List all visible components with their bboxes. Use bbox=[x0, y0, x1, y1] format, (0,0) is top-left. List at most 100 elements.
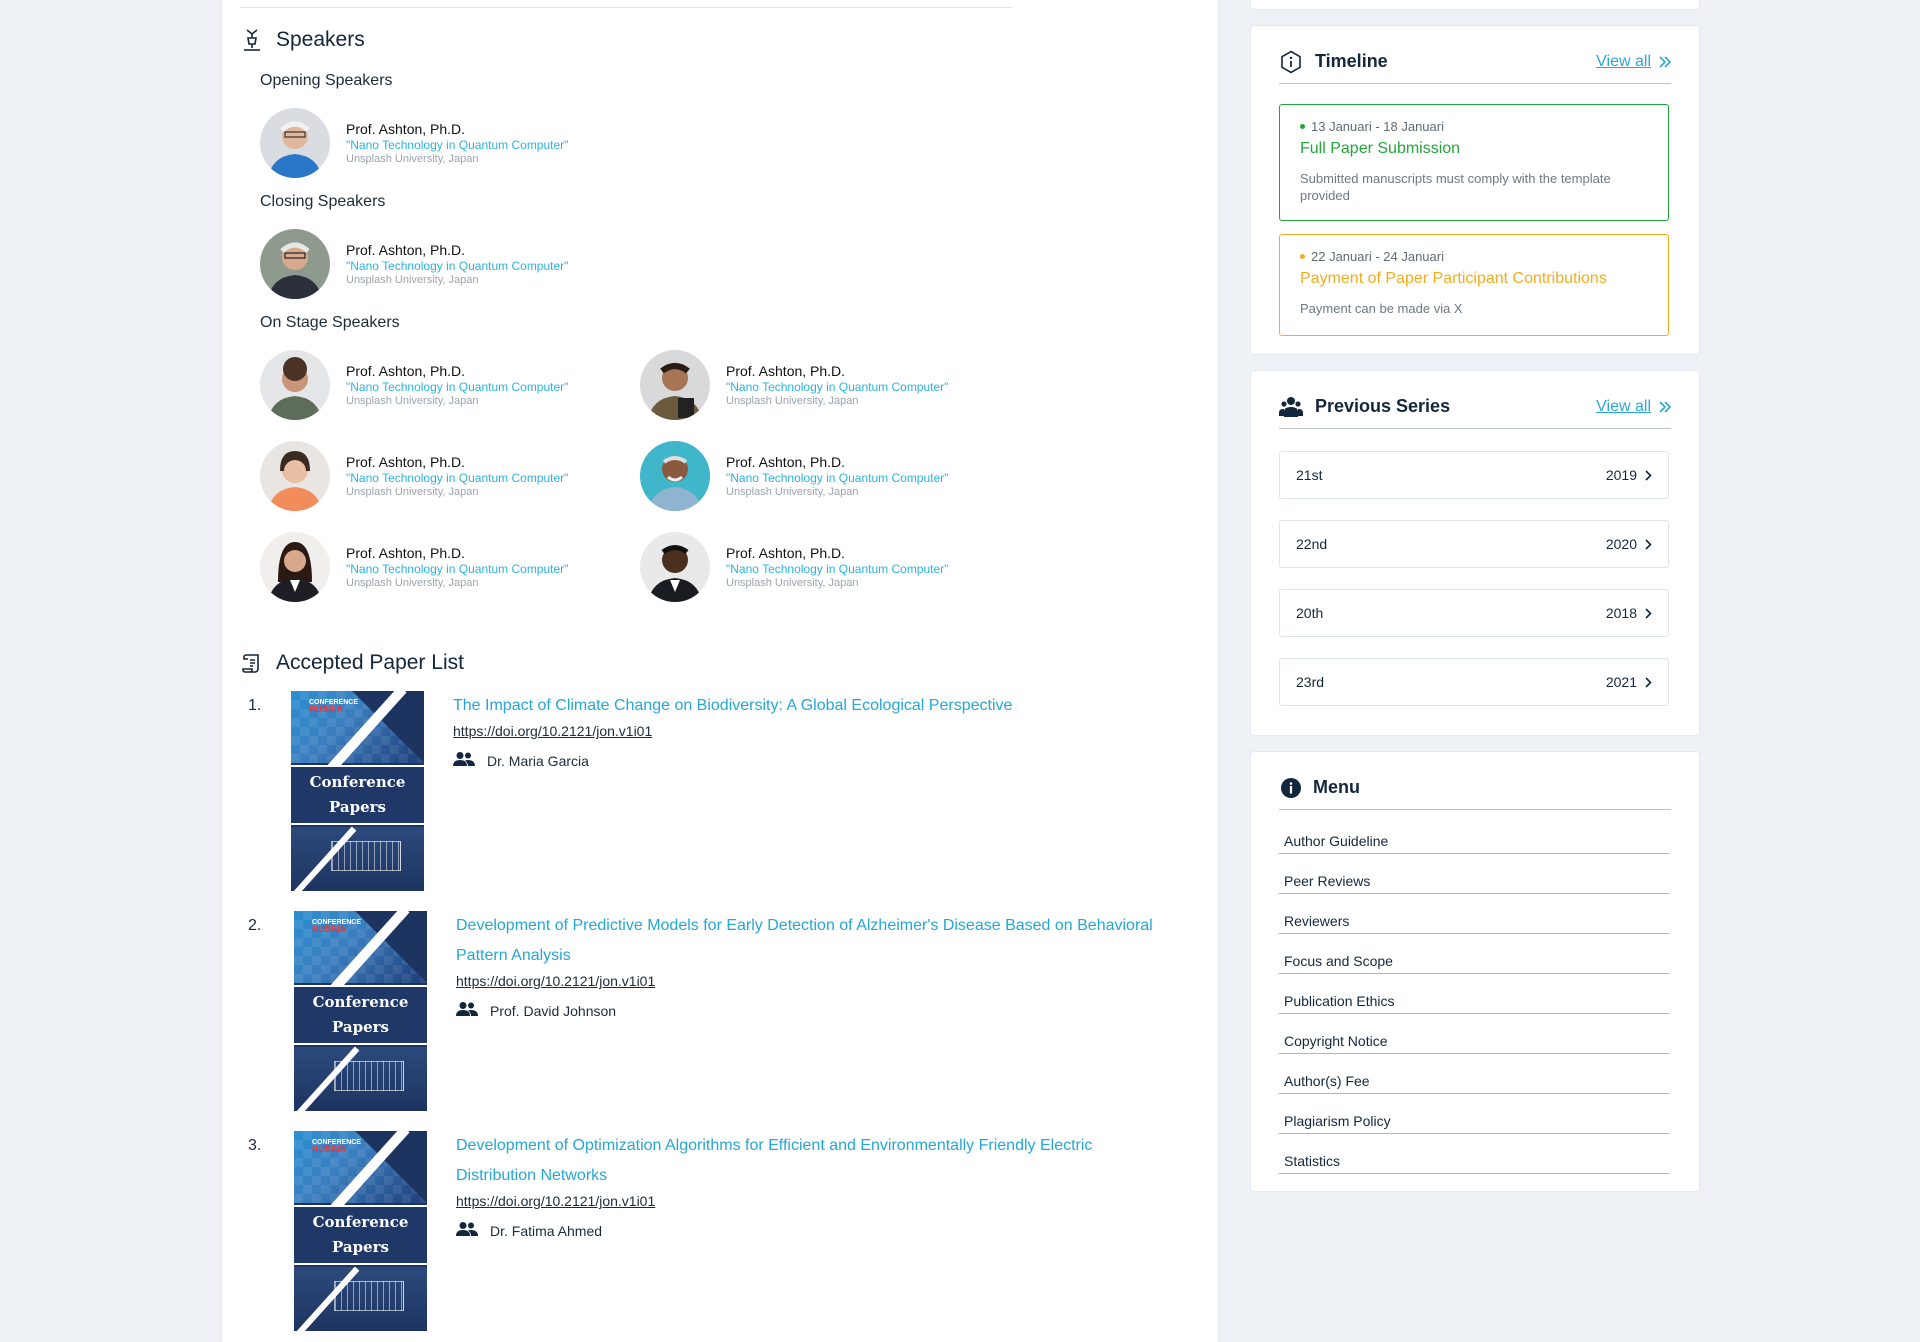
series-item[interactable]: 23rd 2021 bbox=[1279, 658, 1669, 706]
speaker-affiliation: Unsplash University, Japan bbox=[726, 576, 859, 589]
menu-item-publication-ethics[interactable]: Publication Ethics bbox=[1279, 974, 1669, 1014]
paper-title-link[interactable]: The Impact of Climate Change on Biodiver… bbox=[453, 691, 1173, 721]
speaker-affiliation: Unsplash University, Japan bbox=[346, 576, 479, 589]
paper-number: 1. bbox=[248, 697, 262, 714]
series-item[interactable]: 21st 2019 bbox=[1279, 451, 1669, 499]
info-hexagon-icon bbox=[1279, 50, 1303, 74]
series-year: 2021 bbox=[1605, 674, 1637, 690]
author-name: Dr. Fatima Ahmed bbox=[490, 1222, 603, 1239]
speaker-name: Prof. Ashton, Ph.D. bbox=[346, 362, 466, 379]
cover-logo: CONFERENCE RUSSIA bbox=[312, 919, 362, 934]
author-name: Dr. Maria Garcia bbox=[487, 752, 589, 769]
speaker-affiliation: Unsplash University, Japan bbox=[726, 485, 859, 498]
menu-item-authors-fee[interactable]: Author(s) Fee bbox=[1279, 1054, 1669, 1094]
scroll-icon bbox=[240, 651, 264, 675]
on-stage-speakers-label: On Stage Speakers bbox=[260, 314, 400, 331]
people-icon bbox=[456, 1001, 478, 1020]
speaker-card[interactable]: Prof. Ashton, Ph.D. "Nano Technology in … bbox=[260, 229, 568, 299]
menu-item-author-guideline[interactable]: Author Guideline bbox=[1279, 814, 1669, 854]
speaker-card[interactable]: Prof. Ashton, Ph.D. "Nano Technology in … bbox=[260, 532, 568, 602]
speaker-name: Prof. Ashton, Ph.D. bbox=[726, 544, 846, 561]
section-title: Speakers bbox=[276, 28, 365, 51]
menu-item-statistics[interactable]: Statistics bbox=[1279, 1134, 1669, 1174]
speaker-affiliation: Unsplash University, Japan bbox=[346, 152, 479, 165]
chevron-right-icon bbox=[1645, 676, 1652, 688]
timeline-view-all-link[interactable]: View all bbox=[1596, 53, 1671, 71]
paper-cover[interactable]: CONFERENCE RUSSIA Conference Papers bbox=[291, 691, 424, 891]
cover-logo: CONFERENCE RUSSIA bbox=[309, 699, 359, 714]
cover-title: Conference Papers bbox=[309, 773, 406, 816]
speaker-card[interactable]: Prof. Ashton, Ph.D. "Nano Technology in … bbox=[640, 532, 948, 602]
paper-number: 2. bbox=[248, 917, 262, 934]
timeline-card: Timeline View all 13 Januari - 18 Januar… bbox=[1250, 25, 1700, 355]
menu-item-plagiarism-policy[interactable]: Plagiarism Policy bbox=[1279, 1094, 1669, 1134]
speaker-topic: "Nano Technology in Quantum Computer" bbox=[346, 470, 569, 485]
speaker-topic: "Nano Technology in Quantum Computer" bbox=[726, 561, 949, 576]
cover-logo: CONFERENCE RUSSIA bbox=[312, 1139, 362, 1154]
menu-item-focus-and-scope[interactable]: Focus and Scope bbox=[1279, 934, 1669, 974]
paper-doi-link[interactable]: https://doi.org/10.2121/jon.v1i01 bbox=[456, 971, 1176, 991]
timeline-header: Timeline View all bbox=[1279, 48, 1671, 84]
avatar bbox=[640, 532, 710, 602]
speaker-name: Prof. Ashton, Ph.D. bbox=[726, 362, 846, 379]
status-dot bbox=[1300, 254, 1305, 259]
speaker-name: Prof. Ashton, Ph.D. bbox=[726, 453, 846, 470]
divider bbox=[240, 7, 1012, 8]
avatar bbox=[640, 350, 710, 420]
speaker-affiliation: Unsplash University, Japan bbox=[346, 394, 479, 407]
chevron-right-icon bbox=[1645, 538, 1652, 550]
avatar bbox=[260, 350, 330, 420]
series-item[interactable]: 20th 2018 bbox=[1279, 589, 1669, 637]
speaker-card[interactable]: Prof. Ashton, Ph.D. "Nano Technology in … bbox=[260, 441, 568, 511]
avatar bbox=[640, 441, 710, 511]
timeline-date: 22 Januari - 24 Januari bbox=[1300, 249, 1648, 264]
speaker-affiliation: Unsplash University, Japan bbox=[726, 394, 859, 407]
double-chevron-right-icon bbox=[1659, 400, 1671, 413]
speaker-card[interactable]: Prof. Ashton, Ph.D. "Nano Technology in … bbox=[640, 441, 948, 511]
cover-title: Conference Papers bbox=[312, 1213, 409, 1256]
menu-item-copyright-notice[interactable]: Copyright Notice bbox=[1279, 1014, 1669, 1054]
double-chevron-right-icon bbox=[1659, 55, 1671, 68]
speaker-card[interactable]: Prof. Ashton, Ph.D. "Nano Technology in … bbox=[260, 108, 568, 178]
speaker-topic: "Nano Technology in Quantum Computer" bbox=[346, 379, 569, 394]
menu-item-reviewers[interactable]: Reviewers bbox=[1279, 894, 1669, 934]
paper-doi-link[interactable]: https://doi.org/10.2121/jon.v1i01 bbox=[453, 721, 1173, 741]
previous-series-card: Previous Series View all 21st 2019 22nd … bbox=[1250, 370, 1700, 736]
chevron-right-icon bbox=[1645, 607, 1652, 619]
series-item[interactable]: 22nd 2020 bbox=[1279, 520, 1669, 568]
info-circle-icon bbox=[1279, 776, 1303, 800]
card-title: Menu bbox=[1313, 777, 1360, 797]
paper-cover[interactable]: CONFERENCE RUSSIA Conference Papers bbox=[294, 1131, 427, 1331]
speaker-topic: "Nano Technology in Quantum Computer" bbox=[726, 470, 949, 485]
speaker-affiliation: Unsplash University, Japan bbox=[346, 273, 479, 286]
menu-card: Menu Author Guideline Peer Reviews Revie… bbox=[1250, 751, 1700, 1192]
paper-number: 3. bbox=[248, 1137, 262, 1154]
paper-item: 2. CONFERENCE RUSSIA Conference Papers Dev… bbox=[248, 911, 1188, 1111]
speaker-name: Prof. Ashton, Ph.D. bbox=[346, 453, 466, 470]
series-label: 20th bbox=[1296, 605, 1324, 621]
speaker-topic: "Nano Technology in Quantum Computer" bbox=[346, 561, 569, 576]
section-title: Accepted Paper List bbox=[276, 651, 464, 674]
timeline-item[interactable]: 22 Januari - 24 Januari Payment of Paper… bbox=[1279, 234, 1669, 336]
chevron-right-icon bbox=[1645, 469, 1652, 481]
card-title: Previous Series bbox=[1315, 396, 1451, 416]
paper-cover[interactable]: CONFERENCE RUSSIA Conference Papers bbox=[294, 911, 427, 1111]
speaker-name: Prof. Ashton, Ph.D. bbox=[346, 241, 466, 258]
speaker-topic: "Nano Technology in Quantum Computer" bbox=[346, 258, 569, 273]
speakers-heading: Speakers bbox=[240, 28, 365, 52]
paper-title-link[interactable]: Development of Predictive Models for Ear… bbox=[456, 911, 1176, 971]
menu-item-peer-reviews[interactable]: Peer Reviews bbox=[1279, 854, 1669, 894]
speaker-name: Prof. Ashton, Ph.D. bbox=[346, 544, 466, 561]
paper-title-link[interactable]: Development of Optimization Algorithms f… bbox=[456, 1131, 1176, 1191]
speaker-card[interactable]: Prof. Ashton, Ph.D. "Nano Technology in … bbox=[260, 350, 568, 420]
speaker-card[interactable]: Prof. Ashton, Ph.D. "Nano Technology in … bbox=[640, 350, 948, 420]
avatar bbox=[260, 532, 330, 602]
closing-speakers-label: Closing Speakers bbox=[260, 193, 386, 210]
avatar bbox=[260, 441, 330, 511]
timeline-item[interactable]: 13 Januari - 18 Januari Full Paper Submi… bbox=[1279, 104, 1669, 221]
previous-series-view-all-link[interactable]: View all bbox=[1596, 398, 1671, 416]
paper-doi-link[interactable]: https://doi.org/10.2121/jon.v1i01 bbox=[456, 1191, 1176, 1211]
author-name: Prof. David Johnson bbox=[490, 1002, 617, 1019]
paper-author: Dr. Maria Garcia bbox=[453, 751, 1173, 770]
paper-author: Prof. David Johnson bbox=[456, 1001, 1176, 1020]
